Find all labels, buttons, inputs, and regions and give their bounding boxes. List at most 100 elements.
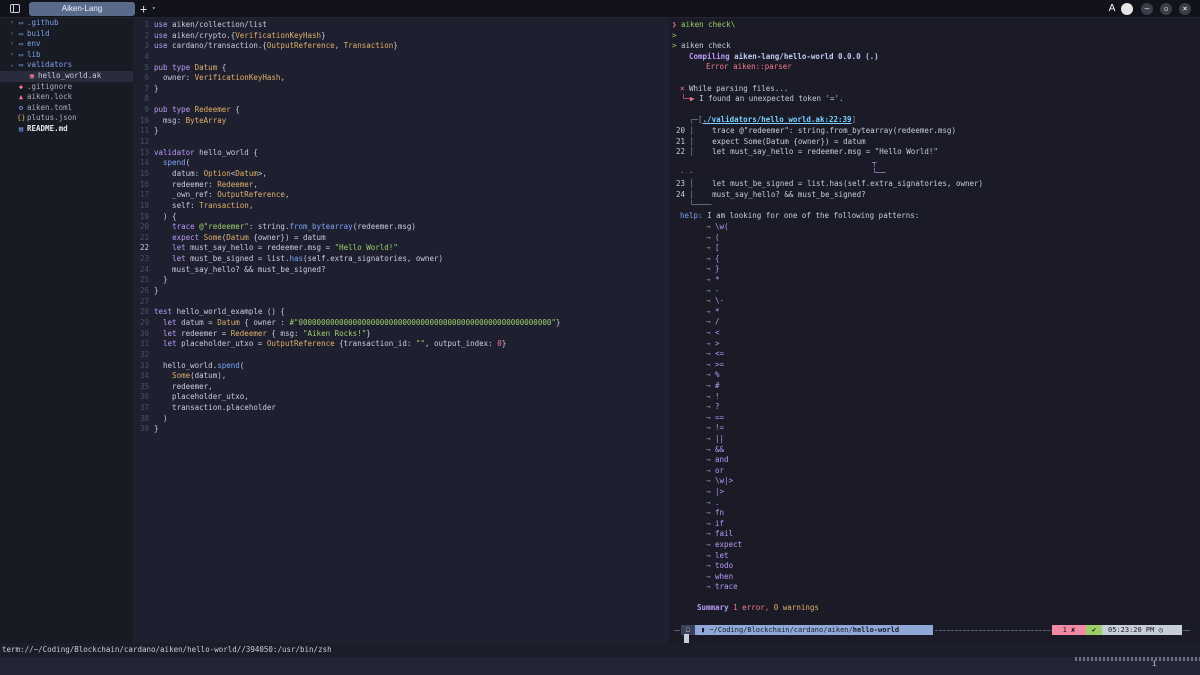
pattern-item: → > bbox=[706, 338, 720, 348]
file-tree-label: hello_world.ak bbox=[38, 70, 102, 80]
prompt-line-1: ❯ aiken check\ bbox=[672, 20, 735, 31]
code-text: ) bbox=[154, 413, 168, 423]
file-tree-item[interactable]: ▲ aiken.lock bbox=[0, 92, 133, 103]
snippet-text: let must_say_hello = redeemer.msg = "Hel… bbox=[694, 147, 938, 157]
file-tree-item[interactable]: ⚙ aiken.toml bbox=[0, 103, 133, 114]
location-link[interactable]: ./validators/hello_world.ak:22:39 bbox=[703, 115, 852, 124]
sidebar-toggle-icon[interactable] bbox=[10, 4, 20, 13]
command-text: aiken check bbox=[681, 41, 731, 51]
pattern-item: → * bbox=[706, 306, 720, 316]
line-number: 13 bbox=[139, 147, 149, 157]
close-icon[interactable]: × bbox=[1179, 3, 1191, 15]
file-tree-label: aiken.toml bbox=[27, 102, 73, 112]
line-number: 16 bbox=[139, 179, 149, 189]
line-number: 8 bbox=[144, 94, 149, 104]
line-number: 12 bbox=[139, 137, 149, 147]
snippet-line-number: 20 bbox=[676, 126, 686, 135]
pattern-text: \w|> bbox=[715, 476, 734, 486]
lock-file-icon: ▲ bbox=[18, 93, 24, 102]
file-tree-item[interactable]: › ▭ env bbox=[0, 39, 133, 50]
file-tree-item[interactable]: ◆ .gitignore bbox=[0, 82, 133, 93]
folder-icon: ▭ bbox=[18, 19, 24, 27]
snippet-text: let must_be_signed = list.has(self.extra… bbox=[694, 178, 984, 188]
file-tree-item[interactable]: {} plutus.json bbox=[0, 113, 133, 124]
folder-icon: ▭ bbox=[18, 61, 24, 70]
file-tree-item[interactable]: › ▭ .github bbox=[0, 18, 133, 29]
code-text: transaction.placeholder bbox=[154, 403, 276, 413]
file-tree-item[interactable]: › ▭ lib bbox=[0, 50, 133, 61]
file-tree-item[interactable]: › ▭ build bbox=[0, 29, 133, 40]
pattern-item: → / bbox=[706, 317, 720, 327]
line-number: 24 bbox=[139, 264, 149, 274]
cwd-leaf: hello-world bbox=[852, 626, 900, 634]
terminal-panel[interactable]: ❯ aiken check\ > > aiken check Compiling… bbox=[669, 18, 1200, 643]
new-tab-button[interactable]: + bbox=[140, 0, 147, 18]
line-number: 9 bbox=[144, 105, 149, 115]
code-text: } bbox=[154, 275, 168, 285]
code-text: validator hello_world { bbox=[154, 147, 258, 157]
pattern-item: → |> bbox=[706, 487, 725, 496]
error-pointer: ┬ bbox=[872, 158, 877, 167]
line-number: 3 bbox=[144, 41, 149, 51]
pattern-item: → expect bbox=[706, 540, 743, 549]
line-number: 6 bbox=[144, 73, 149, 83]
pattern-item: → \- bbox=[706, 296, 725, 306]
success-check-icon: ✔ bbox=[1086, 625, 1102, 635]
pattern-item: → [ bbox=[706, 243, 720, 253]
title-bar: Aiken-Lang + ▾ A – ▫ × bbox=[0, 0, 1200, 18]
pattern-item: → fn bbox=[706, 508, 725, 518]
toml-file-icon: ⚙ bbox=[18, 103, 24, 112]
file-tree-label: plutus.json bbox=[27, 113, 77, 123]
line-number: 35 bbox=[139, 381, 149, 391]
file-tree-item[interactable]: ▣ hello_world.ak bbox=[0, 70, 133, 82]
line-number: 7 bbox=[144, 83, 149, 93]
file-tree-label: build bbox=[27, 28, 50, 38]
tab-menu-chevron-icon[interactable]: ▾ bbox=[152, 0, 156, 18]
pattern-item: → % bbox=[706, 370, 720, 380]
help-text: I am looking for one of the following pa… bbox=[707, 210, 920, 220]
line-number: 21 bbox=[139, 232, 149, 242]
pattern-text: * bbox=[715, 275, 720, 284]
minimize-icon[interactable]: – bbox=[1141, 3, 1153, 15]
command-line[interactable]: i bbox=[0, 657, 1200, 675]
pattern-item: → - bbox=[706, 285, 720, 295]
app-logo-icon: A bbox=[1108, 3, 1116, 14]
compiling-label: Compiling bbox=[689, 51, 730, 61]
line-number: 30 bbox=[139, 328, 149, 338]
code-text: let must_be_signed = list.has(self.extra… bbox=[172, 254, 443, 264]
compiling-line: Compiling aiken-lang/hello-world 0.0.0 (… bbox=[689, 52, 879, 63]
pattern-text: { bbox=[715, 253, 720, 263]
prompt-char: ❯ bbox=[672, 20, 677, 29]
pattern-text: [ bbox=[715, 243, 720, 253]
line-number: 28 bbox=[139, 307, 149, 317]
pattern-item: → ! bbox=[706, 391, 720, 401]
continuation-line: > bbox=[672, 31, 677, 42]
pattern-text: or bbox=[715, 465, 725, 475]
code-text: hello_world.spend( bbox=[154, 360, 245, 370]
maximize-icon[interactable]: ▫ bbox=[1160, 3, 1172, 15]
pattern-item: → == bbox=[706, 412, 725, 422]
line-number: 2 bbox=[144, 30, 149, 40]
pattern-item: → # bbox=[706, 381, 720, 390]
code-text: placeholder_utxo, bbox=[154, 392, 249, 402]
pattern-text: |> bbox=[715, 487, 725, 496]
pattern-text: * bbox=[715, 306, 720, 316]
summary-errors: 1 error, bbox=[733, 603, 770, 612]
pattern-text: \- bbox=[715, 296, 725, 306]
code-editor[interactable]: 1 use aiken/collection/list 2 use aiken/cry… bbox=[133, 18, 669, 643]
pattern-text: - bbox=[715, 285, 720, 295]
snippet-line: 24 │ must_say_hello? && must_be_signed? bbox=[676, 189, 866, 199]
snippet-line: 20 │ trace @"redeemer": string.from_byte… bbox=[676, 126, 956, 135]
code-text: pub type Redeemer { bbox=[154, 105, 240, 115]
pattern-item: → <= bbox=[706, 349, 725, 359]
pattern-text: if bbox=[715, 518, 725, 528]
file-tree-item[interactable]: ⌄ ▭ validators bbox=[0, 60, 133, 71]
avatar[interactable] bbox=[1121, 3, 1133, 15]
code-text: let placeholder_utxo = OutputReference {… bbox=[163, 339, 507, 349]
code-text: use aiken/collection/list bbox=[154, 20, 267, 29]
pattern-item: → fail bbox=[706, 529, 734, 539]
pattern-item: → \w|> bbox=[706, 476, 734, 486]
code-text: test hello_world_example () { bbox=[154, 307, 285, 317]
file-tree-item[interactable]: ▤ README.md bbox=[0, 124, 133, 135]
tab-aiken-lang[interactable]: Aiken-Lang bbox=[29, 2, 135, 16]
